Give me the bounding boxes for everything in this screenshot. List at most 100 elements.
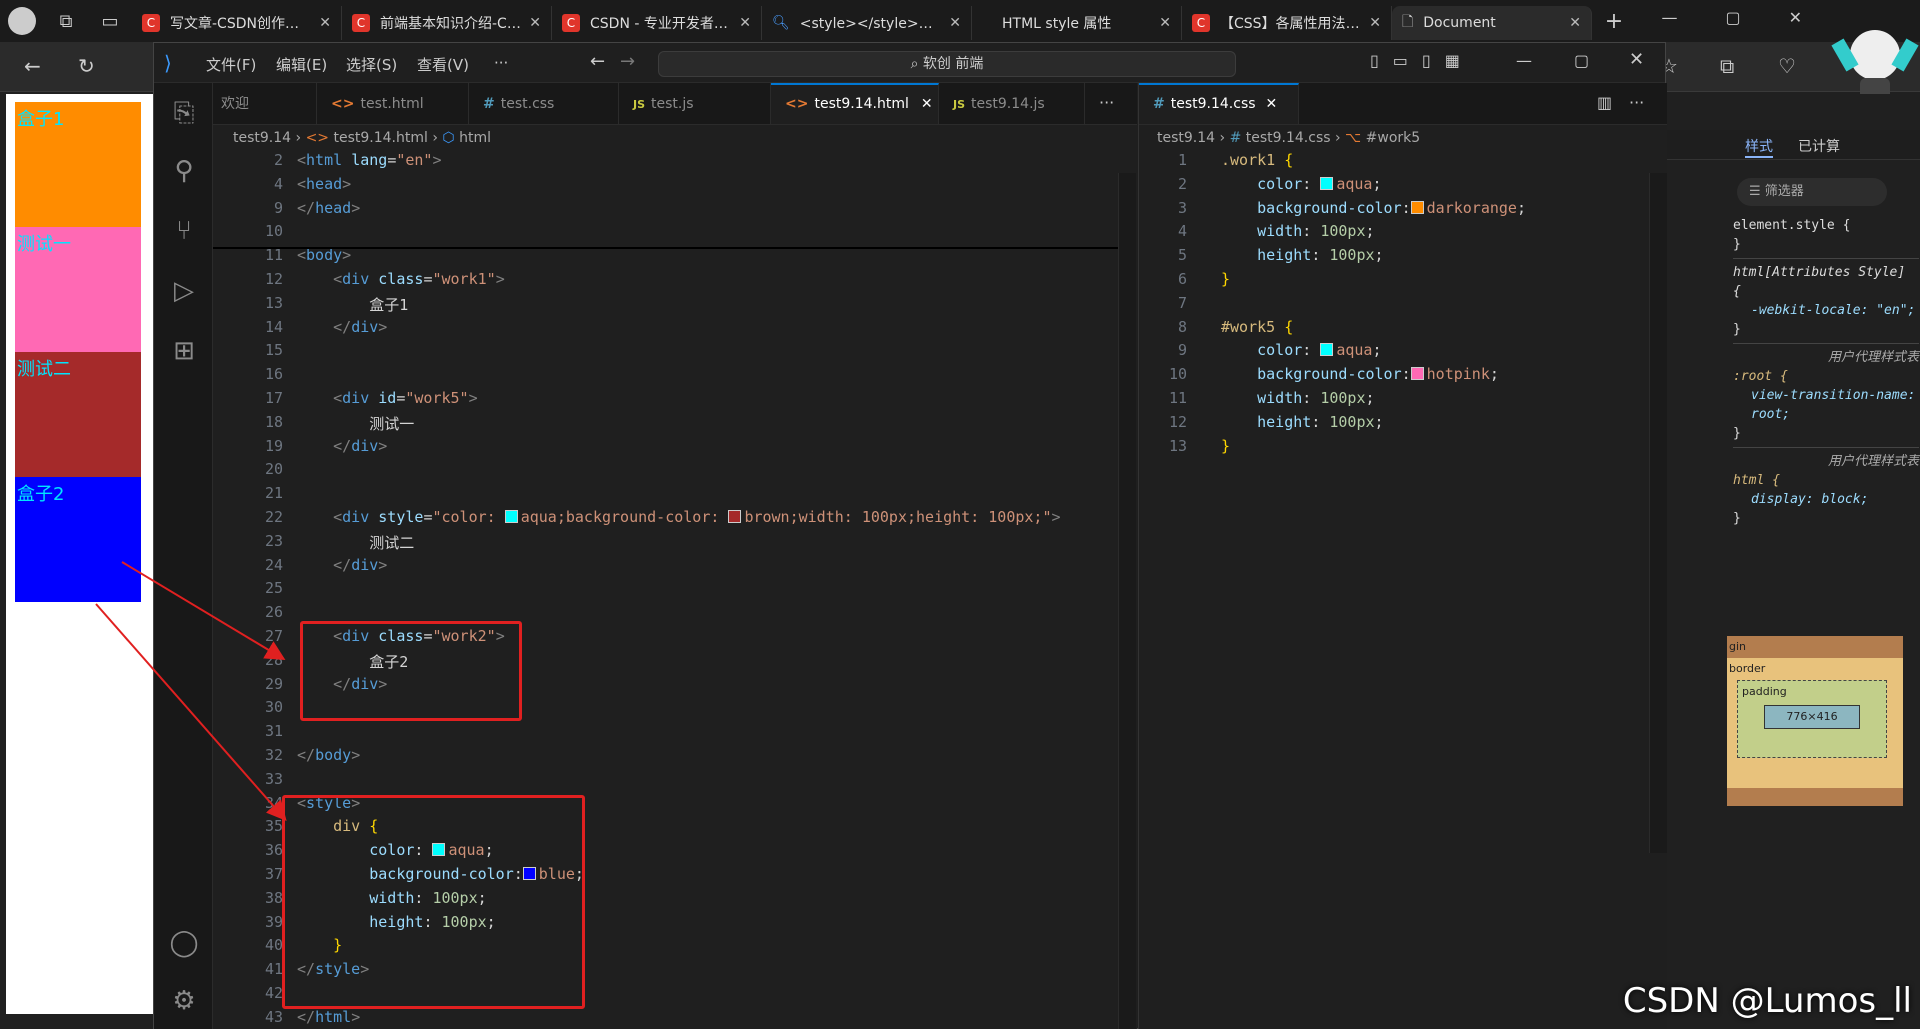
close-icon[interactable]: ✕ [1569,15,1581,31]
more-actions-icon[interactable]: ··· [1629,93,1644,112]
editor-tabs: 欢迎 <> test.html # test.css JS test.js <> tes… [213,83,1137,125]
breadcrumb-folder[interactable]: test9.14 [1157,130,1215,146]
rule-line: -webkit-locale: "en"; [1751,303,1916,318]
search-icon[interactable]: ⚲ [166,153,202,189]
line-number: 24 [264,555,283,574]
breadcrumb-file[interactable]: test9.14.css [1246,130,1331,146]
layout-icons[interactable]: ▯▭▯▦ [1370,51,1474,70]
maximize-icon[interactable]: ▢ [1574,51,1589,70]
close-icon[interactable]: ✕ [1159,15,1171,31]
symbol-icon: ⬡ [442,130,455,146]
csdn-icon: C [352,14,370,32]
editor-tab-active[interactable]: # test9.14.css ✕ [1139,83,1299,124]
code-line: <head> [297,174,352,193]
refresh-icon[interactable]: ↻ [78,54,95,78]
browser-tab[interactable]: 🔍︎ <style></style>属性 ✕ [762,6,972,40]
split-editor-icon[interactable]: ▥ [1597,93,1612,112]
editor-scrollbar[interactable] [1649,173,1667,853]
workspaces-icon[interactable]: ⧉ [44,11,88,32]
line-number: 6 [1177,270,1187,288]
code-line: } [1221,270,1231,288]
line-number: 15 [264,341,283,360]
source-control-icon[interactable]: ⑂ [166,213,202,249]
line-number: 32 [264,746,283,764]
editor-tab[interactable]: <> test.html [317,83,469,124]
line-number: 18 [264,412,283,431]
code-line: </div> [333,555,388,574]
tab-label: test9.14.css [1170,96,1256,112]
css-code-editor[interactable]: 1 .work1 {2 color: aqua; 3 background-colo… [1139,151,1667,1029]
line-number: 30 [264,698,283,717]
editor-tab-active[interactable]: <> test9.14.html ✕ [771,83,939,124]
run-debug-icon[interactable]: ▷ [166,273,202,309]
breadcrumb-folder[interactable]: test9.14 [233,130,291,146]
breadcrumb-symbol[interactable]: #work5 [1366,130,1421,146]
tab-title: 前端基本知识介绍-CSDN [380,16,521,32]
browser-tab-active[interactable]: 🗋 Document ✕ [1392,6,1592,40]
tab-title: 【CSS】各属性用法汇总 [1220,16,1362,32]
menu-more[interactable]: ··· [494,54,508,72]
editor-tab[interactable]: 欢迎 [213,83,317,124]
breadcrumb-symbol[interactable]: html [459,130,491,146]
minimize-icon[interactable]: — [1516,51,1532,70]
code-line: </head> [297,198,361,217]
account-icon[interactable]: ◯ [166,925,202,961]
menu-view[interactable]: 查看(V) [417,54,469,75]
padding-box: padding 776×416 [1737,680,1887,758]
close-icon[interactable]: ✕ [529,15,541,31]
command-center-search[interactable]: ⌕ 软创 前端 [658,51,1236,77]
code-line: #work5 { [1221,317,1294,336]
close-icon[interactable]: ✕ [1629,49,1644,70]
tab-styles[interactable]: 样式 [1745,136,1773,158]
editor-tab[interactable]: JS test9.14.js [939,83,1085,124]
line-number: 9 [1177,341,1187,360]
menu-file[interactable]: 文件(F) [206,54,256,75]
rule-line: html { [1733,473,1780,488]
profile-avatar[interactable] [0,0,44,42]
close-icon[interactable]: ✕ [1369,15,1381,31]
tab-title: HTML style 属性 [1002,16,1112,32]
editor-tab[interactable]: # test.css [469,83,619,124]
new-tab-button[interactable]: + [1592,9,1636,34]
filter-input[interactable]: ☰ 筛选器 [1737,178,1887,206]
code-line: <html lang="en"> [297,151,442,169]
editor-tab[interactable]: JS test.js [619,83,771,124]
nav-back-icon[interactable]: ← [590,51,605,72]
extensions-icon[interactable]: ⊞ [166,333,202,369]
close-icon[interactable]: ✕ [921,96,933,112]
back-icon[interactable]: ← [24,54,41,78]
code-line: .work1 { [1221,151,1294,169]
watermark: CSDN @Lumos_ll [1622,981,1912,1021]
more-actions-icon[interactable]: ··· [1099,93,1114,112]
gear-icon[interactable]: ⚙ [166,983,202,1019]
css-file-icon: # [1229,130,1242,146]
browser-tab[interactable]: C CSDN - 专业开发者社区 ✕ [552,6,762,40]
tab-computed[interactable]: 已计算 [1798,136,1840,156]
editor-scrollbar[interactable] [1118,173,1136,1029]
code-line: </div> [333,436,388,455]
csdn-icon: C [142,14,160,32]
line-number: 40 [264,936,283,955]
browser-tab[interactable]: C 前端基本知识介绍-CSDN ✕ [342,6,552,40]
breadcrumb-file[interactable]: test9.14.html [333,130,427,146]
close-icon[interactable]: ✕ [739,15,751,31]
close-icon[interactable]: ✕ [319,15,331,31]
close-icon[interactable]: ✕ [1266,96,1278,112]
nav-forward-icon[interactable]: → [620,51,635,72]
explorer-icon[interactable]: ⎘ [166,95,202,131]
csdn-icon: C [562,14,580,32]
heart-icon[interactable]: ♡ [1778,54,1796,78]
preview-box-1: 盒子1 [15,102,141,227]
tab-actions-icon[interactable]: ▭ [88,11,132,32]
browser-tab[interactable]: HTML style 属性 ✕ [972,6,1182,40]
line-number: 1 [1177,151,1187,169]
line-number: 43 [264,1007,283,1026]
code-line: </div> [333,317,388,336]
browser-tab[interactable]: C 写文章-CSDN创作中心 ✕ [132,6,342,40]
collections-icon[interactable]: ⧉ [1720,54,1734,78]
html-file-icon: <> [305,130,330,146]
menu-edit[interactable]: 编辑(E) [276,54,327,75]
browser-tab[interactable]: C 【CSS】各属性用法汇总 ✕ [1182,6,1392,40]
menu-selection[interactable]: 选择(S) [346,54,397,75]
close-icon[interactable]: ✕ [949,15,961,31]
